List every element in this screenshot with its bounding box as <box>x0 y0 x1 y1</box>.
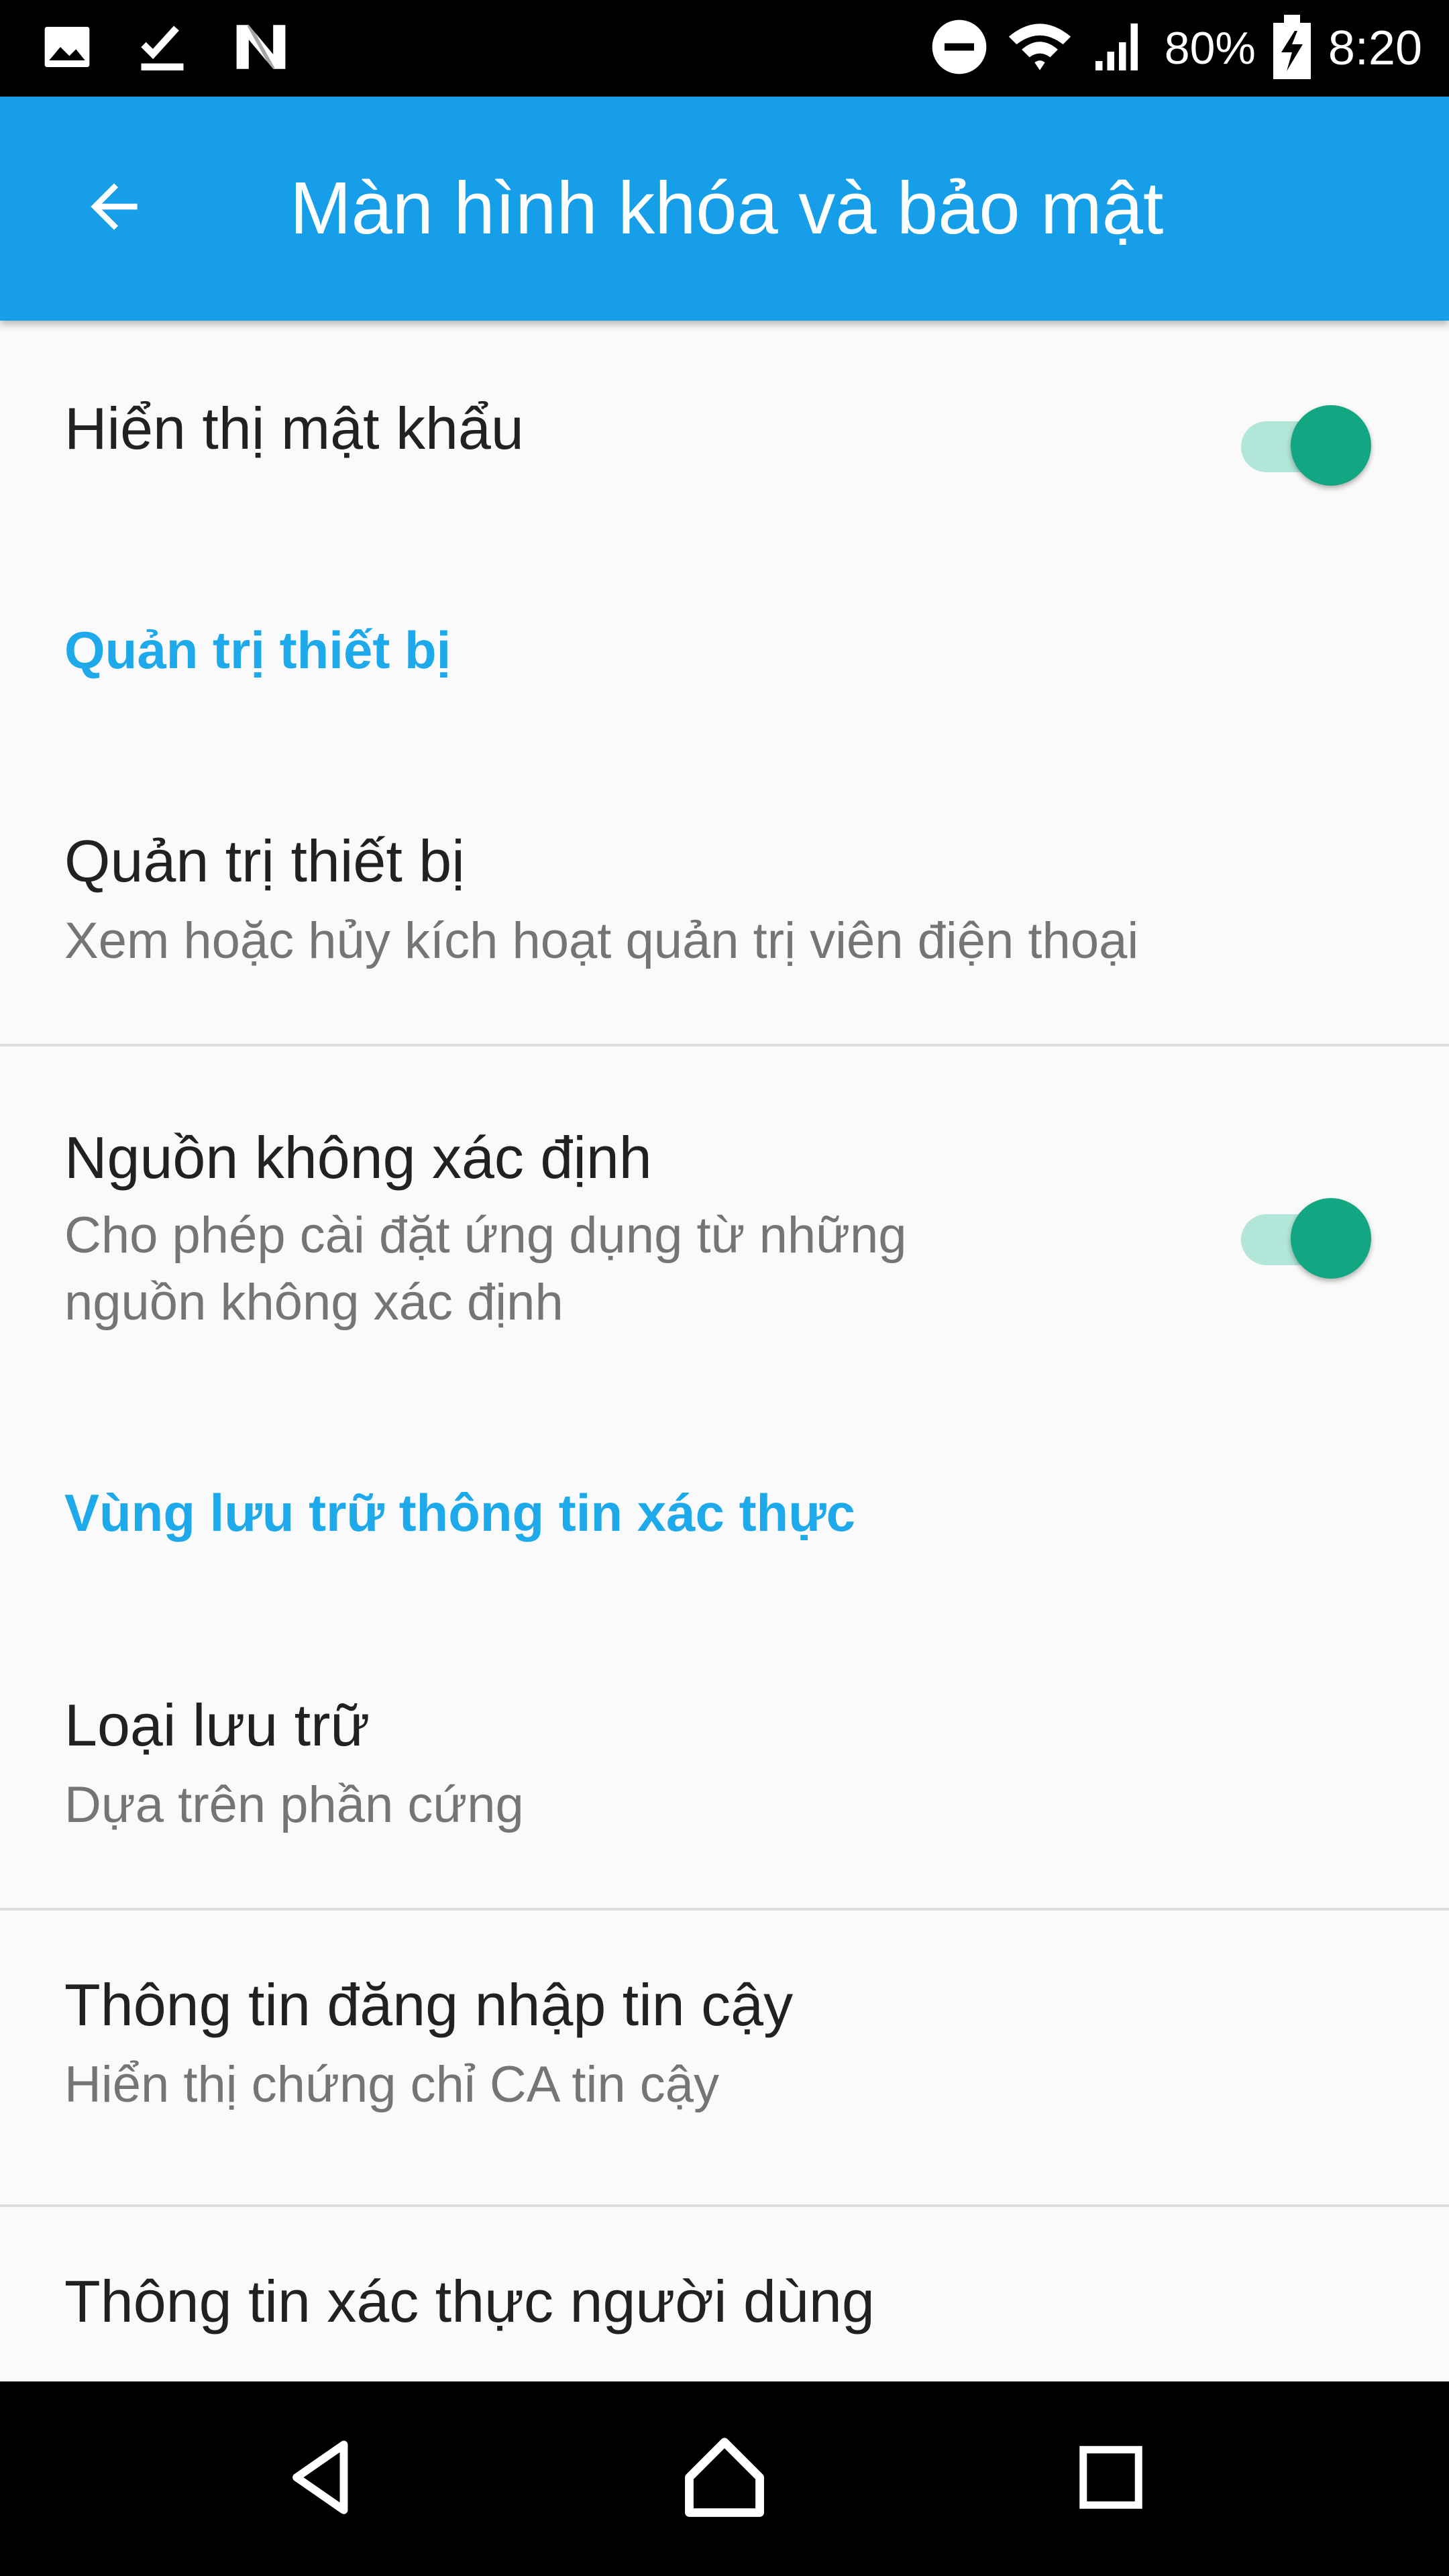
storage-type-title: Loại lưu trữ <box>64 1692 370 1758</box>
device-admin-summary: Xem hoặc hủy kích hoạt quản trị viên điệ… <box>64 912 1139 969</box>
n-icon <box>231 20 291 77</box>
show-password-row[interactable]: Hiển thị mật khẩu <box>0 321 1449 522</box>
nav-back-button[interactable] <box>255 2412 389 2546</box>
do-not-disturb-icon <box>930 17 989 80</box>
user-credentials-title: Thông tin xác thực người dùng <box>64 2268 875 2334</box>
image-icon <box>40 20 94 77</box>
nav-recents-icon <box>1074 2440 1148 2518</box>
cellular-signal-icon <box>1091 19 1147 78</box>
arrow-back-icon <box>79 172 149 245</box>
app-bar: Màn hình khóa và bảo mật <box>0 97 1449 321</box>
nav-home-button[interactable] <box>657 2412 792 2546</box>
battery-charging-icon <box>1273 14 1311 83</box>
category-device-admin: Quản trị thiết bị <box>64 621 451 680</box>
unknown-sources-summary-line2: nguồn không xác định <box>64 1274 564 1331</box>
device-admin-row[interactable]: Quản trị thiết bị Xem hoặc hủy kích hoạt… <box>0 790 1449 1085</box>
wifi-icon <box>1006 17 1073 80</box>
nav-recents-button[interactable] <box>1044 2412 1178 2546</box>
back-button[interactable] <box>67 161 161 255</box>
unknown-sources-switch[interactable] <box>1236 1186 1374 1279</box>
unknown-sources-summary-line1: Cho phép cài đặt ứng dụng từ những <box>64 1207 907 1264</box>
page-title: Màn hình khóa và bảo mật <box>290 167 1164 250</box>
clock: 8:20 <box>1328 21 1422 75</box>
show-password-switch[interactable] <box>1236 393 1374 486</box>
storage-type-row[interactable]: Loại lưu trữ Dựa trên phần cứng <box>0 1654 1449 1949</box>
user-credentials-row[interactable]: Thông tin xác thực người dùng <box>0 2207 1449 2381</box>
download-done-icon <box>134 19 191 78</box>
switch-thumb <box>1291 405 1371 486</box>
status-bar-right: 80% 8:20 <box>930 0 1422 97</box>
storage-type-summary: Dựa trên phần cứng <box>64 1776 524 1833</box>
unknown-sources-row[interactable]: Nguồn không xác định Cho phép cài đặt ứn… <box>0 1046 1449 1395</box>
nav-back-icon <box>278 2434 366 2524</box>
battery-percent: 80% <box>1164 23 1256 74</box>
status-bar-left <box>40 0 291 97</box>
category-credential-storage: Vùng lưu trữ thông tin xác thực <box>64 1483 856 1542</box>
nav-home-icon <box>678 2430 771 2528</box>
settings-list: Hiển thị mật khẩu Quản trị thiết bị Quản… <box>0 321 1449 2381</box>
trusted-credentials-row[interactable]: Thông tin đăng nhập tin cậy Hiển thị chứ… <box>0 1911 1449 2206</box>
trusted-credentials-title: Thông tin đăng nhập tin cậy <box>64 1972 794 2038</box>
show-password-title: Hiển thị mật khẩu <box>64 395 524 462</box>
unknown-sources-title: Nguồn không xác định <box>64 1124 652 1191</box>
switch-thumb <box>1291 1198 1371 1279</box>
navigation-bar <box>0 2381 1449 2576</box>
status-bar: 80% 8:20 <box>0 0 1449 97</box>
trusted-credentials-summary: Hiển thị chứng chỉ CA tin cậy <box>64 2056 720 2113</box>
device-admin-title: Quản trị thiết bị <box>64 828 465 894</box>
